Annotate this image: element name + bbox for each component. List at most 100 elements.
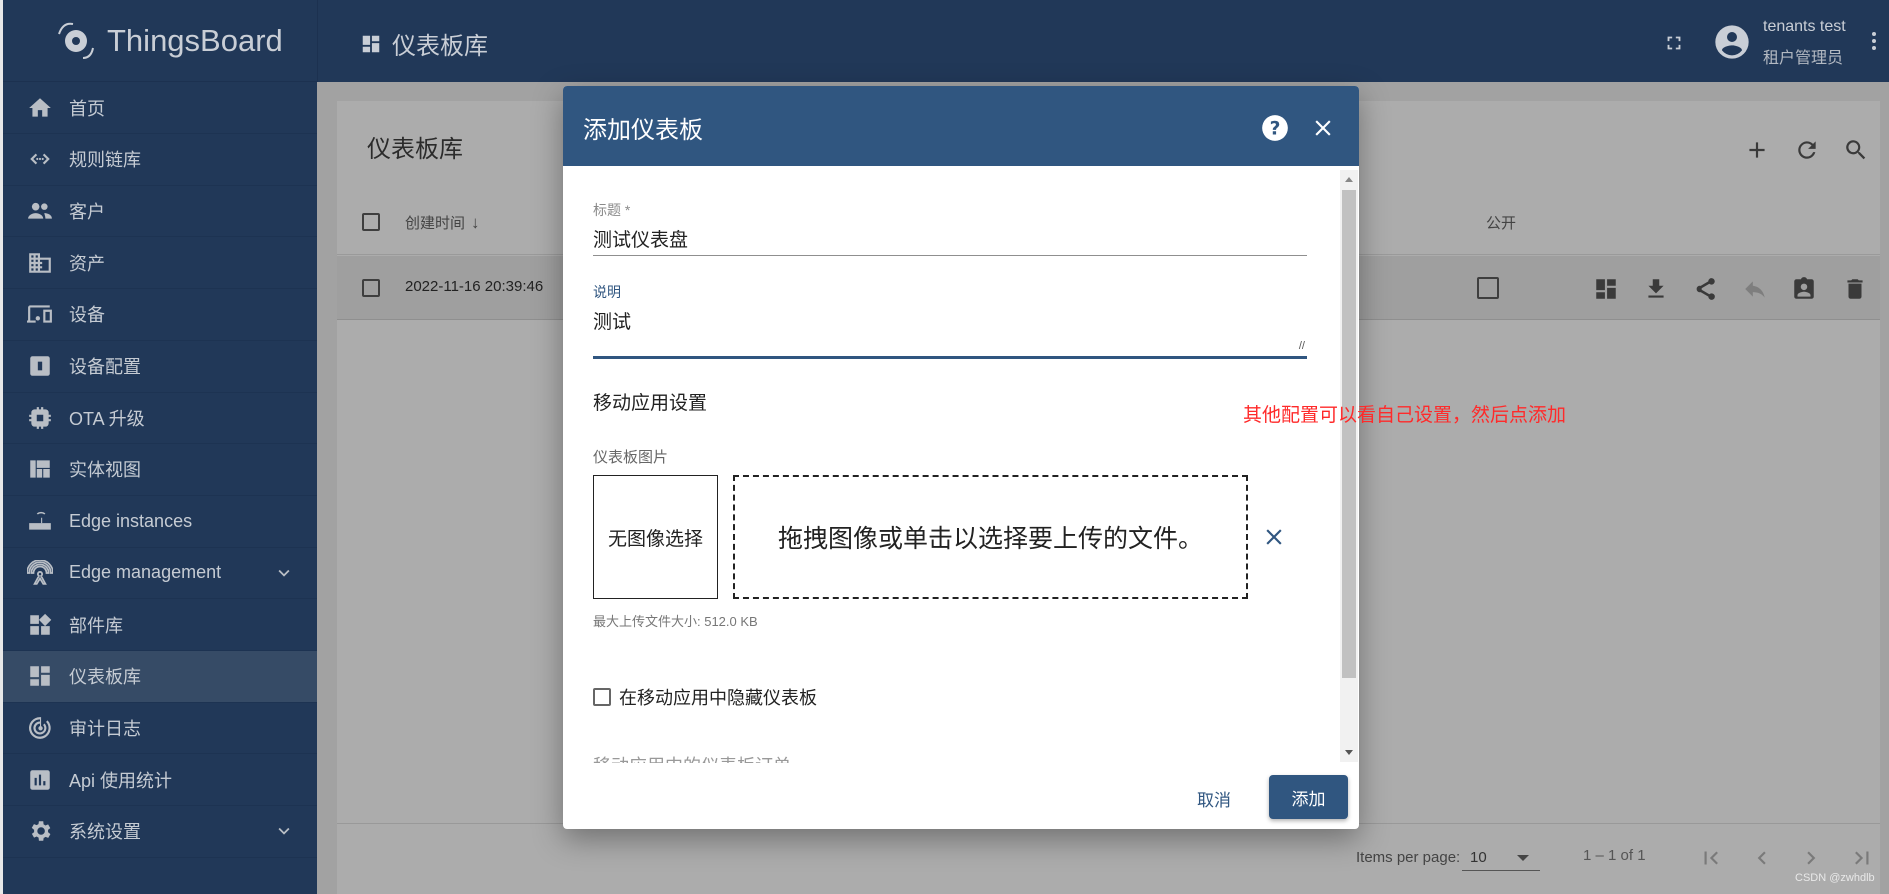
sidebar-item-label: 系统设置 [69, 822, 141, 843]
help-icon[interactable]: ? [1261, 114, 1289, 142]
add-button-label: 添加 [1291, 789, 1326, 809]
first-page-icon[interactable] [1698, 845, 1724, 876]
sidebar-item-10[interactable]: Edge management [3, 547, 317, 600]
scrollbar[interactable] [1340, 170, 1358, 762]
open-dashboard-icon[interactable] [1593, 276, 1619, 302]
widgets-icon [30, 613, 52, 635]
sidebar-item-1[interactable]: 首页 [3, 82, 317, 134]
add-dashboard-dialog: 添加仪表板 ? 标题 * 测试仪表盘 说明 测试 // 移动应用设置 仪表板图片… [563, 86, 1359, 829]
sidebar-item-6[interactable]: 设备配置 [3, 341, 317, 393]
sidebar-item-label: Edge instances [69, 510, 193, 531]
sidebar-item-7[interactable]: OTA 升级 [3, 392, 317, 445]
search-icon[interactable] [1843, 137, 1869, 163]
view-quilt-icon [30, 460, 50, 479]
reply-icon[interactable] [1742, 276, 1768, 302]
watermark: CSDN @zwhdlb [1795, 872, 1875, 884]
description-value: 测试 [593, 312, 632, 333]
row-public-checkbox[interactable] [1477, 277, 1499, 299]
sidebar-item-label: 首页 [69, 98, 105, 119]
sidebar-item-label: 仪表板库 [69, 667, 141, 688]
sidebar-item-label: 资产 [69, 253, 105, 274]
sidebar-item-2[interactable]: 规则链库 [3, 134, 317, 186]
dialog-body: 标题 * 测试仪表盘 说明 测试 // 移动应用设置 仪表板图片 无图像选择 拖… [563, 166, 1340, 763]
user-name: tenants test [1763, 18, 1846, 35]
scroll-up-icon[interactable] [1345, 177, 1353, 182]
title-input-value: 测试仪表盘 [593, 230, 689, 251]
chevron-down-icon[interactable] [273, 820, 295, 842]
sidebar-item-9[interactable]: Edge instances [3, 496, 317, 548]
sidebar-item-label: Edge management [69, 562, 222, 583]
logo-text: ThingsBoard [107, 22, 283, 58]
clear-image-icon[interactable] [1261, 524, 1287, 550]
dropzone-text: 拖拽图像或单击以选择要上传的文件。 [777, 525, 1203, 553]
sidebar-item-label: Api 使用统计 [69, 770, 173, 791]
delete-icon[interactable] [1842, 276, 1868, 302]
description-textarea[interactable]: 测试 // [593, 300, 1307, 359]
checkbox-box[interactable] [593, 688, 611, 706]
annotation-text: 其他配置可以看自己设置，然后点添加 [1243, 405, 1567, 426]
select-all-checkbox[interactable] [362, 213, 380, 231]
mobile-settings-heading: 移动应用设置 [593, 393, 708, 414]
image-dropzone[interactable]: 拖拽图像或单击以选择要上传的文件。 [733, 475, 1248, 599]
add-icon[interactable] [1744, 137, 1770, 163]
top-bar: 仪表板库 tenants test 租户管理员 [317, 0, 1889, 82]
hide-mobile-checkbox[interactable]: 在移动应用中隐藏仪表板 [593, 684, 817, 710]
sidebar-item-3[interactable]: 客户 [3, 185, 317, 238]
sidebar-item-12[interactable]: 仪表板库 [3, 650, 317, 703]
user-role: 租户管理员 [1763, 50, 1844, 67]
sidebar-item-label: 设备 [69, 305, 105, 326]
items-per-page-select[interactable]: 10 [1462, 843, 1540, 871]
sidebar-item-15[interactable]: 系统设置 [3, 806, 317, 858]
more-vert-icon[interactable] [1862, 29, 1886, 53]
sidebar-item-11[interactable]: 部件库 [3, 599, 317, 651]
chevron-down-icon[interactable] [273, 562, 295, 584]
sidebar-item-label: 客户 [69, 201, 105, 222]
router-icon [29, 512, 51, 530]
logo[interactable]: ThingsBoard [3, 0, 317, 82]
sidebar-item-label: 部件库 [69, 615, 123, 636]
chip-icon [29, 406, 51, 429]
dialog-header: 添加仪表板 ? [563, 86, 1359, 166]
sidebar-item-5[interactable]: 设备 [3, 289, 317, 341]
avatar[interactable] [1712, 22, 1752, 62]
column-created[interactable]: 创建时间 ↓ [405, 212, 480, 233]
assign-customer-icon[interactable] [1791, 276, 1817, 302]
sidebar-item-14[interactable]: Api 使用统计 [3, 754, 317, 807]
track-changes-icon [29, 717, 51, 739]
column-public: 公开 [1486, 215, 1517, 232]
thingsboard-logo-icon [58, 22, 94, 59]
device-profile-icon [30, 356, 50, 376]
column-created-label: 创建时间 [405, 215, 466, 232]
max-size-hint: 最大上传文件大小: 512.0 KB [593, 614, 758, 629]
download-icon[interactable] [1643, 276, 1669, 302]
resize-handle-icon[interactable]: // [1299, 340, 1305, 352]
share-icon[interactable] [1692, 276, 1718, 302]
close-icon[interactable] [1310, 115, 1336, 141]
scrollbar-thumb[interactable] [1342, 190, 1356, 678]
sidebar-item-8[interactable]: 实体视图 [3, 444, 317, 496]
fullscreen-icon[interactable] [1663, 32, 1685, 54]
sidebar-item-4[interactable]: 资产 [3, 237, 317, 290]
sidebar-item-label: OTA 升级 [69, 408, 145, 429]
page-title-text: 仪表板库 [392, 33, 488, 60]
row-checkbox[interactable] [362, 279, 380, 297]
no-image-text: 无图像选择 [607, 528, 703, 550]
scroll-down-icon[interactable] [1345, 750, 1353, 755]
refresh-icon[interactable] [1794, 137, 1820, 163]
sidebar-item-13[interactable]: 审计日志 [3, 702, 317, 755]
chart-icon [30, 769, 50, 790]
dashboard-icon [362, 35, 380, 52]
row-created: 2022-11-16 20:39:46 [405, 278, 544, 295]
hide-mobile-label: 在移动应用中隐藏仪表板 [619, 688, 817, 708]
code-icon [30, 153, 50, 165]
image-preview: 无图像选择 [593, 475, 718, 599]
sidebar-item-label: 设备配置 [69, 357, 141, 377]
items-per-page-value: 10 [1470, 849, 1487, 866]
dropdown-arrow-icon [1517, 855, 1529, 867]
add-button[interactable]: 添加 [1269, 775, 1348, 819]
prev-page-icon[interactable] [1749, 845, 1775, 876]
antenna-icon [27, 559, 53, 585]
title-input[interactable]: 测试仪表盘 [593, 216, 1307, 256]
cancel-button[interactable]: 取消 [1197, 786, 1231, 811]
mobile-order-label: 移动应用中的仪表板订单 [593, 752, 791, 763]
